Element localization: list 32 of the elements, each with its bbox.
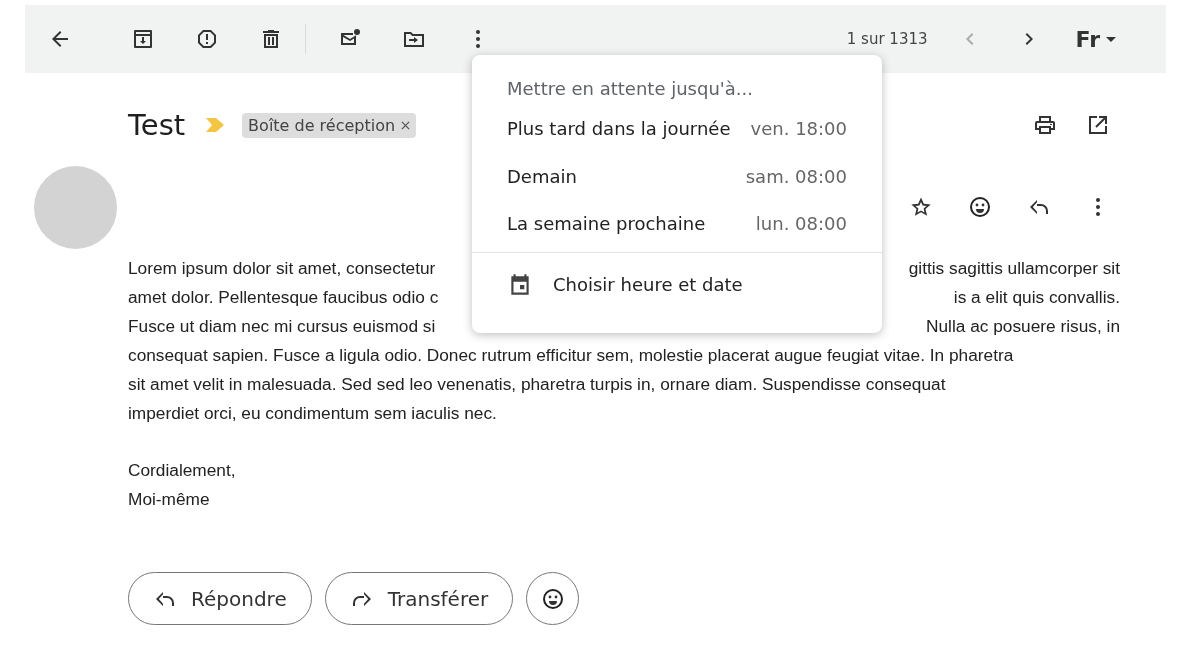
- forward-button[interactable]: Transférer: [324, 572, 514, 625]
- emoji-button[interactable]: [526, 572, 580, 625]
- body-text: Nulla ac posuere risus, in: [925, 315, 1120, 338]
- signature-text: Cordialement,: [128, 459, 236, 482]
- message-position: 1 sur 1313: [846, 30, 928, 48]
- print-icon[interactable]: [1033, 113, 1057, 137]
- label-chip: Boîte de réception: [242, 112, 417, 138]
- pick-date-option[interactable]: Choisir heure et date: [472, 252, 882, 317]
- menu-title: Mettre en attente jusqu'à...: [506, 77, 754, 101]
- body-text: Lorem ipsum dolor sit amet, consectetur: [128, 257, 436, 280]
- reply-button[interactable]: Répondre: [128, 572, 312, 625]
- emoji-icon[interactable]: [968, 195, 992, 219]
- emoji-icon: [540, 586, 565, 611]
- body-text: imperdiet orci, eu condimentum sem iaculis nec.: [128, 402, 497, 425]
- close-icon[interactable]: [401, 120, 411, 130]
- snooze-option[interactable]: Demain sam. 08:00: [472, 152, 882, 200]
- body-text: is a elit quis convallis.: [953, 286, 1120, 309]
- open-in-new-window-icon[interactable]: [1086, 113, 1110, 137]
- snooze-option[interactable]: La semaine prochaine lun. 08:00: [472, 200, 882, 248]
- archive-icon[interactable]: [131, 27, 155, 51]
- importance-marker-icon[interactable]: [206, 118, 225, 132]
- caret-icon: [1106, 36, 1116, 42]
- body-text: gittis sagittis ullamcorper sit: [908, 257, 1120, 280]
- body-text: sit amet velit in malesuada. Sed sed leo venenatis, pharetra turpis in, ornare diam. Suspendisse consequat: [128, 373, 946, 396]
- report-spam-icon[interactable]: [195, 27, 219, 51]
- email-subject: Test: [128, 108, 186, 142]
- signature-text: Moi-même: [128, 488, 210, 511]
- body-text: Fusce ut diam nec mi cursus euismod si: [128, 315, 436, 338]
- input-tools-button[interactable]: Fr: [1075, 26, 1116, 52]
- snooze-option[interactable]: Plus tard dans la journée ven. 18:00: [472, 105, 882, 153]
- body-text: consequat sapien. Fusce a ligula odio. Donec rutrum efficitur sem, molestie placerat augue feugiat vitae. In pharetra: [128, 344, 1014, 367]
- body-text: amet dolor. Pellentesque faucibus odio c: [128, 286, 439, 309]
